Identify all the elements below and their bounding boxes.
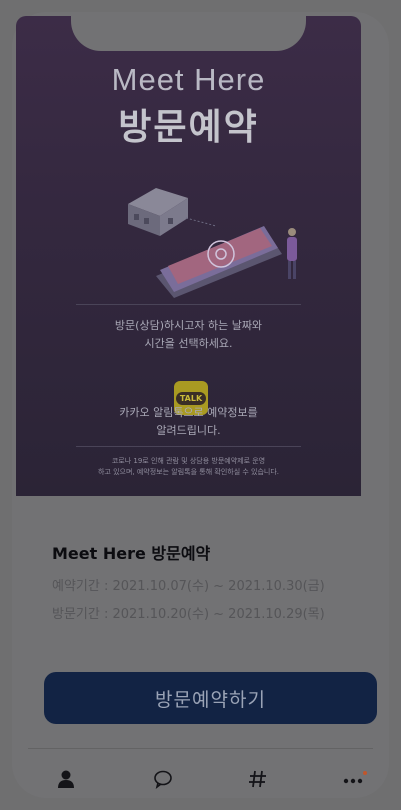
person-figure-icon [287, 228, 297, 279]
phone-notch [71, 16, 306, 51]
reserve-visit-button[interactable]: 방문예약하기 [44, 672, 377, 724]
hero-divider-2 [76, 446, 301, 447]
smartphone-icon [156, 226, 282, 298]
person-icon [58, 770, 74, 788]
tab-more[interactable] [336, 764, 372, 794]
hash-icon [249, 770, 266, 788]
chat-icon [154, 770, 172, 789]
tab-profile[interactable] [48, 764, 84, 794]
hero-desc1-line1: 방문(상담)하시고자 하는 날짜와 [114, 319, 263, 332]
visit-period: 방문기간 : 2021.10.20(수) ~ 2021.10.29(목) [52, 607, 325, 622]
reservation-period: 예약기간 : 2021.10.07(수) ~ 2021.10.30(금) [52, 579, 325, 594]
bottom-tab-bar [0, 750, 401, 810]
hero-notice-line2: 하고 있으며, 예약정보는 알림톡을 통해 확인하실 수 있습니다. [97, 468, 280, 476]
phone-illustration [128, 188, 297, 298]
hero-desc2-line1: 카카오 알림톡으로 예약정보를 [119, 406, 258, 419]
hero-notice-line1: 코로나 19로 인해 관람 및 상담용 방문예약제로 운영 [111, 457, 266, 465]
tabbar-divider [28, 748, 373, 749]
house-icon [128, 188, 188, 236]
hero-divider [76, 304, 301, 305]
more-icon [343, 771, 367, 784]
kakao-talk-badge: TALK [175, 391, 207, 405]
hero-title-ko: 방문예약 [118, 107, 259, 148]
hero-desc2-line2: 알려드립니다. [156, 424, 221, 437]
hero-banner: Meet Here 방문예약 방문(상담)하시고자 하는 날짜와 시간을 선택하… [16, 16, 361, 496]
notification-dot [363, 771, 367, 775]
hero-title-en: Meet Here [111, 62, 266, 97]
hero-desc1-line2: 시간을 선택하세요. [144, 337, 233, 350]
card-title: Meet Here 방문예약 [52, 544, 211, 563]
tab-chat[interactable] [145, 764, 181, 794]
tab-hashtag[interactable] [240, 764, 276, 794]
